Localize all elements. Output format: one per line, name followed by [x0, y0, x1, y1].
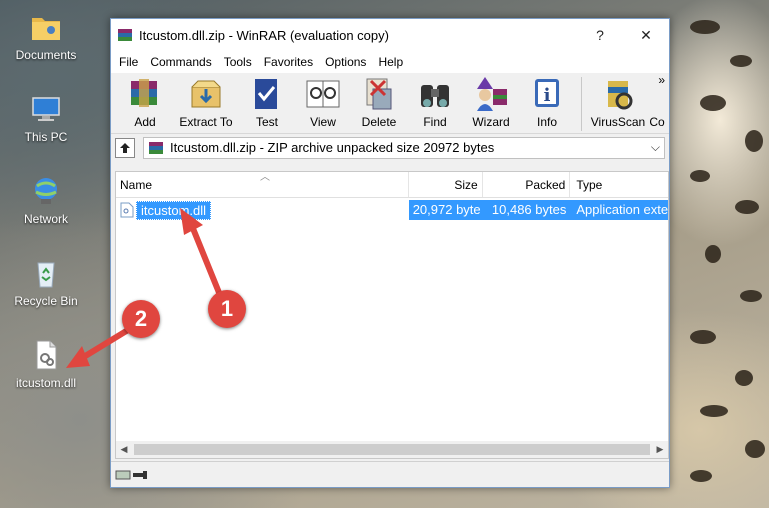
menu-tools[interactable]: Tools: [218, 55, 258, 69]
desktop-icon-label: Network: [23, 212, 68, 226]
step-1-badge: 1: [208, 290, 246, 328]
view-icon: [303, 75, 343, 113]
dll-file-icon: [120, 202, 134, 218]
desktop-icon-label: Documents: [15, 48, 77, 62]
delete-icon: [359, 75, 399, 113]
desktop-icon-label: itcustom.dll: [15, 376, 77, 390]
computer-icon: [29, 92, 63, 126]
up-arrow-icon: [120, 142, 130, 153]
help-button[interactable]: ?: [577, 19, 623, 51]
column-packed[interactable]: Packed: [483, 172, 571, 197]
toolbar-overflow-chevron[interactable]: »: [658, 73, 665, 87]
svg-text:i: i: [544, 85, 551, 106]
desktop-icon-recycle-bin[interactable]: Recycle Bin: [6, 256, 86, 308]
menu-help[interactable]: Help: [372, 55, 409, 69]
toolbar-label: Wizard: [472, 115, 510, 129]
file-size: 20,972 byte: [408, 200, 483, 220]
toolbar-label: Extract To: [179, 115, 233, 129]
title-bar[interactable]: Itcustom.dll.zip - WinRAR (evaluation co…: [111, 19, 669, 51]
desktop-icon-network[interactable]: Network: [6, 174, 86, 226]
menu-commands[interactable]: Commands: [144, 55, 217, 69]
column-type[interactable]: Type: [570, 172, 668, 197]
wizard-icon: [471, 75, 511, 113]
archive-icon: [149, 141, 163, 154]
add-button[interactable]: Add: [117, 75, 173, 129]
up-folder-button[interactable]: [115, 137, 135, 158]
toolbar-separator: [581, 77, 582, 131]
horizontal-scrollbar[interactable]: ◀ ▶: [116, 441, 668, 458]
recycle-bin-icon: [29, 256, 63, 290]
info-icon: i: [527, 75, 567, 113]
menu-favorites[interactable]: Favorites: [258, 55, 319, 69]
find-button[interactable]: Find: [407, 75, 463, 129]
list-header: Name Size Packed Type ︿: [116, 172, 668, 198]
scroll-thumb[interactable]: [134, 444, 650, 455]
status-bar: [111, 461, 669, 487]
table-row[interactable]: itcustom.dll 20,972 byte 10,486 bytes Ap…: [116, 200, 668, 220]
desktop-icon-documents[interactable]: Documents: [6, 10, 86, 62]
desktop-icon-label: This PC: [24, 130, 68, 144]
winrar-app-icon: [117, 27, 133, 43]
toolbar-label: Delete: [361, 115, 397, 129]
virusscan-icon: [598, 75, 638, 113]
column-size[interactable]: Size: [409, 172, 483, 197]
wizard-button[interactable]: Wizard: [463, 75, 519, 129]
documents-folder-icon: [29, 10, 63, 44]
view-button[interactable]: View: [295, 75, 351, 129]
chevron-down-icon[interactable]: ⌵: [651, 140, 660, 155]
toolbar-label: Co: [649, 115, 665, 129]
toolbar-label: Test: [255, 115, 278, 129]
desktop-icon-itcustom-dll[interactable]: itcustom.dll: [6, 338, 86, 390]
scroll-right-icon[interactable]: ▶: [652, 444, 668, 455]
file-list: Name Size Packed Type ︿ itcustom.dll 20,…: [115, 171, 669, 459]
test-button[interactable]: Test: [239, 75, 295, 129]
winrar-window: Itcustom.dll.zip - WinRAR (evaluation co…: [110, 18, 670, 488]
find-icon: [415, 75, 455, 113]
file-packed: 10,486 bytes: [482, 200, 571, 220]
desktop-icon-this-pc[interactable]: This PC: [6, 92, 86, 144]
toolbar-label: Add: [134, 115, 156, 129]
close-button[interactable]: ✕: [623, 19, 669, 51]
toolbar-label: Info: [536, 115, 557, 129]
window-title: Itcustom.dll.zip - WinRAR (evaluation co…: [139, 27, 389, 43]
toolbar-label: VirusScan: [590, 115, 646, 129]
toolbar: Add Extract To Test View Delete Find Wiz…: [111, 73, 669, 133]
toolbar-label: View: [310, 115, 336, 129]
extract-to-button[interactable]: Extract To: [173, 75, 239, 129]
extract-icon: [186, 75, 226, 113]
menu-bar: File Commands Tools Favorites Options He…: [111, 51, 669, 73]
virusscan-button[interactable]: VirusScan: [588, 75, 648, 129]
drive-key-icon: [115, 470, 147, 479]
menu-options[interactable]: Options: [319, 55, 372, 69]
step-2-badge: 2: [122, 300, 160, 338]
add-archive-icon: [125, 75, 165, 113]
toolbar-label: Find: [423, 115, 447, 129]
network-globe-icon: [29, 174, 63, 208]
info-button[interactable]: i Info: [519, 75, 575, 129]
address-field[interactable]: Itcustom.dll.zip - ZIP archive unpacked …: [143, 136, 665, 159]
test-icon: [247, 75, 287, 113]
file-type: Application exte: [570, 200, 668, 220]
scroll-left-icon[interactable]: ◀: [116, 444, 132, 455]
desktop-icon-label: Recycle Bin: [14, 294, 78, 308]
delete-button[interactable]: Delete: [351, 75, 407, 129]
sort-indicator-icon: ︿: [260, 172, 270, 183]
address-bar: Itcustom.dll.zip - ZIP archive unpacked …: [111, 133, 669, 161]
menu-file[interactable]: File: [113, 55, 144, 69]
file-name: itcustom.dll: [136, 200, 212, 220]
address-text: Itcustom.dll.zip - ZIP archive unpacked …: [170, 140, 495, 155]
dll-file-icon: [29, 338, 63, 372]
